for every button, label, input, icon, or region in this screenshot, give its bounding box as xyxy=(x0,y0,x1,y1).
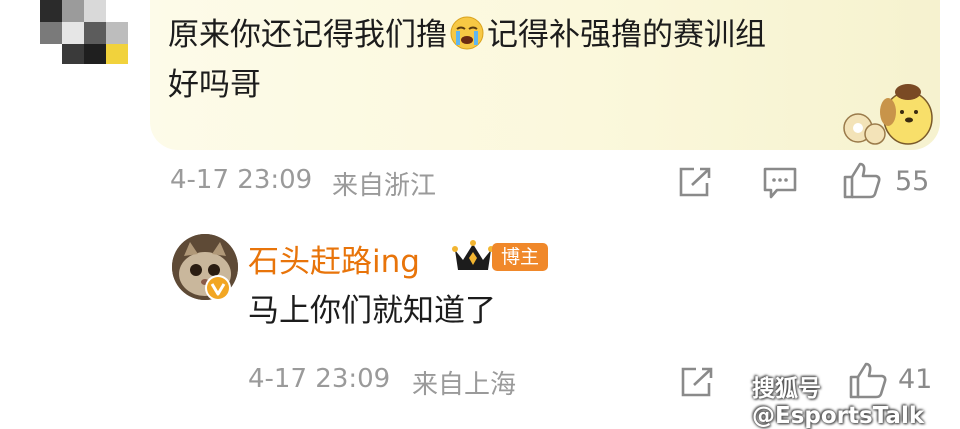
loudly-crying-face-icon xyxy=(450,16,484,50)
verified-icon xyxy=(205,275,231,301)
comment-text-part2: 记得补强撸的赛训组 xyxy=(487,17,766,53)
pudding-dog-sticker xyxy=(843,84,933,145)
commenter-avatar-mosaic[interactable] xyxy=(40,0,140,64)
comment-text-part3: 好吗哥 xyxy=(168,67,261,103)
reply-username[interactable]: 石头赶路ing xyxy=(248,236,420,281)
comment-text: 原来你还记得我们撸 记得补强撸的赛训组好吗哥 xyxy=(168,10,908,110)
crown-icon xyxy=(452,240,494,270)
watermark: 搜狐号@EsportsTalk xyxy=(752,376,925,429)
comment-location: 来自浙江 xyxy=(332,171,437,201)
comment-date: 4-17 23:09 xyxy=(170,165,313,195)
like-count: 55 xyxy=(895,166,930,197)
comment-text-part1: 原来你还记得我们撸 xyxy=(168,17,447,53)
reply-share-icon[interactable] xyxy=(680,366,716,398)
share-icon[interactable] xyxy=(678,166,714,198)
reply-location: 来自上海 xyxy=(412,370,517,400)
like-icon[interactable] xyxy=(842,160,882,200)
reply-date: 4-17 23:09 xyxy=(248,364,391,394)
blogger-badge: 博主 xyxy=(492,243,549,271)
comment-icon[interactable] xyxy=(762,166,798,200)
reply-text: 马上你们就知道了 xyxy=(248,293,496,329)
